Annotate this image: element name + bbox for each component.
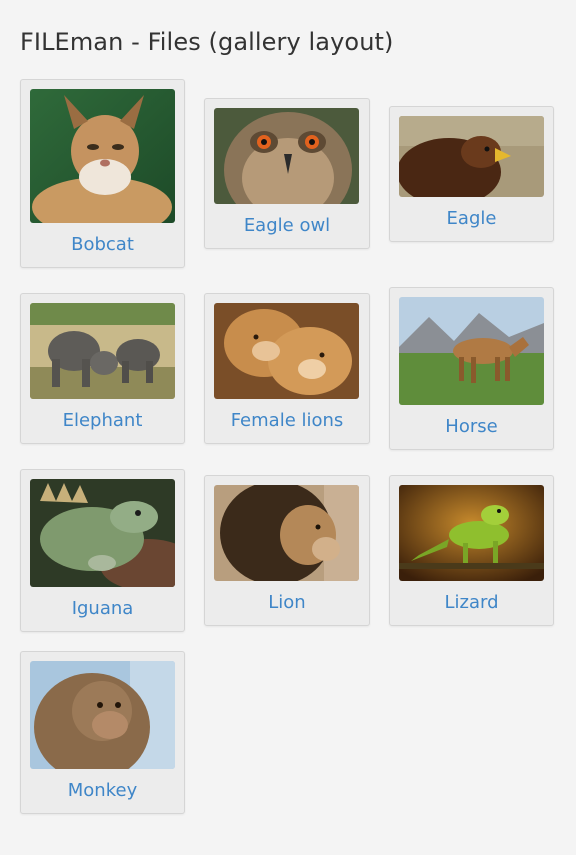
horse-thumbnail[interactable] [399,297,544,405]
file-name-eagle-owl[interactable]: Eagle owl [205,215,369,236]
file-name-elephant[interactable]: Elephant [21,410,184,431]
file-card-lizard[interactable]: Lizard [389,475,554,626]
lizard-thumbnail[interactable] [399,485,544,581]
file-card-eagle-owl[interactable]: Eagle owl [204,98,370,249]
file-name-lion[interactable]: Lion [205,592,369,613]
female-lions-thumbnail[interactable] [214,303,359,399]
file-name-horse[interactable]: Horse [390,416,553,437]
page-title: FILEman - Files (gallery layout) [20,28,394,56]
file-name-eagle[interactable]: Eagle [390,208,553,229]
bobcat-thumbnail[interactable] [30,89,175,223]
file-name-female-lions[interactable]: Female lions [205,410,369,431]
monkey-thumbnail[interactable] [30,661,175,769]
eagle-owl-thumbnail[interactable] [214,108,359,204]
file-card-elephant[interactable]: Elephant [20,293,185,444]
file-name-bobcat[interactable]: Bobcat [21,234,184,255]
file-card-monkey[interactable]: Monkey [20,651,185,814]
file-name-iguana[interactable]: Iguana [21,598,184,619]
iguana-thumbnail[interactable] [30,479,175,587]
file-card-iguana[interactable]: Iguana [20,469,185,632]
file-name-monkey[interactable]: Monkey [21,780,184,801]
file-card-eagle[interactable]: Eagle [389,106,554,242]
file-card-bobcat[interactable]: Bobcat [20,79,185,268]
elephant-thumbnail[interactable] [30,303,175,399]
file-card-lion[interactable]: Lion [204,475,370,626]
eagle-thumbnail[interactable] [399,116,544,197]
lion-thumbnail[interactable] [214,485,359,581]
file-name-lizard[interactable]: Lizard [390,592,553,613]
file-card-horse[interactable]: Horse [389,287,554,450]
file-card-female-lions[interactable]: Female lions [204,293,370,444]
